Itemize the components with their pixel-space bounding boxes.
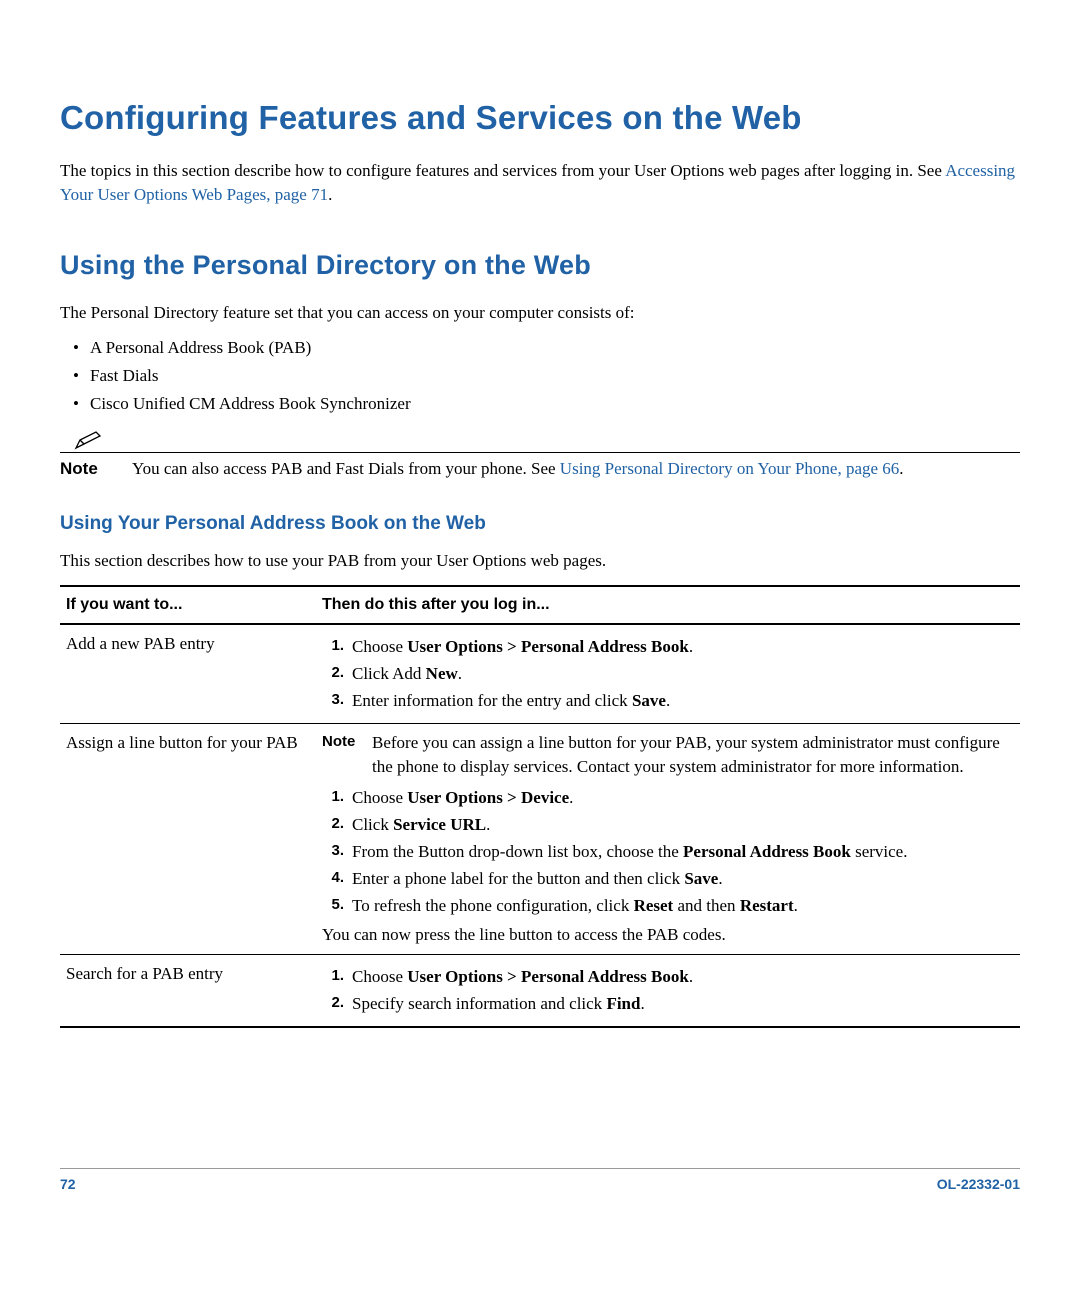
inline-note-label: Note [322,731,364,779]
steps-list: 1. Choose User Options > Personal Address… [322,965,1010,1016]
page-heading: Configuring Features and Services on the… [60,95,1020,141]
note-post: . [899,459,903,478]
step-item: 5. To refresh the phone configuration, cl… [322,894,1010,918]
want-cell: Assign a line button for your PAB [60,723,316,954]
note-body: You can also access PAB and Fast Dials f… [132,457,1020,481]
step-text: Click Add New. [352,662,1010,686]
table-row: Add a new PAB entry1. Choose User Options… [60,624,1020,723]
table-row: Assign a line button for your PABNoteBef… [60,723,1020,954]
inline-note-text: Before you can assign a line button for … [372,731,1010,779]
step-text: Choose User Options > Personal Address B… [352,965,1010,989]
step-text: Choose User Options > Device. [352,786,1010,810]
step-text: From the Button drop-down list box, choo… [352,840,1010,864]
step-number: 1. [322,965,344,989]
step-text: Choose User Options > Personal Address B… [352,635,1010,659]
step-item: 3. Enter information for the entry and cl… [322,689,1010,713]
step-item: 2. Specify search information and click F… [322,992,1010,1016]
want-cell: Add a new PAB entry [60,624,316,723]
list-item: A Personal Address Book (PAB) [60,336,1020,360]
step-item: 3. From the Button drop-down list box, ch… [322,840,1010,864]
subsection-heading: Using Your Personal Address Book on the … [60,511,1020,538]
intro-post: . [328,185,332,204]
table-header: If you want to... [60,586,316,624]
want-cell: Search for a PAB entry [60,955,316,1027]
step-number: 2. [322,662,344,686]
pencil-icon [74,430,104,450]
step-text: Specify search information and click Fin… [352,992,1010,1016]
section-heading: Using the Personal Directory on the Web [60,247,1020,285]
steps-list: 1. Choose User Options > Device. 2. Click S… [322,786,1010,917]
step-number: 4. [322,867,344,891]
step-item: 2. Click Add New. [322,662,1010,686]
step-text: To refresh the phone configuration, clic… [352,894,1010,918]
list-item: Cisco Unified CM Address Book Synchroniz… [60,392,1020,416]
note-pre: You can also access PAB and Fast Dials f… [132,459,560,478]
step-number: 2. [322,813,344,837]
pd-intro: The Personal Directory feature set that … [60,301,1020,325]
step-number: 3. [322,689,344,713]
step-item: 1. Choose User Options > Personal Address… [322,635,1010,659]
steps-cell: 1. Choose User Options > Personal Address… [316,624,1020,723]
table-row: Search for a PAB entry1. Choose User Opti… [60,955,1020,1027]
note-label: Note [60,457,122,481]
intro-text: The topics in this section describe how … [60,161,945,180]
note-link[interactable]: Using Personal Directory on Your Phone, … [560,459,900,478]
step-text: Click Service URL. [352,813,1010,837]
steps-cell: 1. Choose User Options > Personal Address… [316,955,1020,1027]
pab-intro: This section describes how to use your P… [60,549,1020,573]
step-number: 3. [322,840,344,864]
doc-id: OL-22332-01 [937,1175,1020,1195]
step-number: 1. [322,786,344,810]
steps-cell: NoteBefore you can assign a line button … [316,723,1020,954]
list-item: Fast Dials [60,364,1020,388]
after-text: You can now press the line button to acc… [322,923,1010,947]
table-header: Then do this after you log in... [316,586,1020,624]
step-number: 1. [322,635,344,659]
step-item: 4. Enter a phone label for the button and… [322,867,1010,891]
note-block: Note You can also access PAB and Fast Di… [60,430,1020,481]
step-item: 1. Choose User Options > Device. [322,786,1010,810]
step-text: Enter a phone label for the button and t… [352,867,1010,891]
pd-bullet-list: A Personal Address Book (PAB) Fast Dials… [60,336,1020,415]
steps-list: 1. Choose User Options > Personal Address… [322,635,1010,712]
step-item: 1. Choose User Options > Personal Address… [322,965,1010,989]
page-footer: 72 OL-22332-01 [60,1168,1020,1195]
intro-paragraph: The topics in this section describe how … [60,159,1020,207]
step-item: 2. Click Service URL. [322,813,1010,837]
procedure-table: If you want to... Then do this after you… [60,585,1020,1028]
page-number: 72 [60,1175,76,1195]
step-number: 2. [322,992,344,1016]
step-text: Enter information for the entry and clic… [352,689,1010,713]
inline-note: NoteBefore you can assign a line button … [322,731,1010,779]
step-number: 5. [322,894,344,918]
